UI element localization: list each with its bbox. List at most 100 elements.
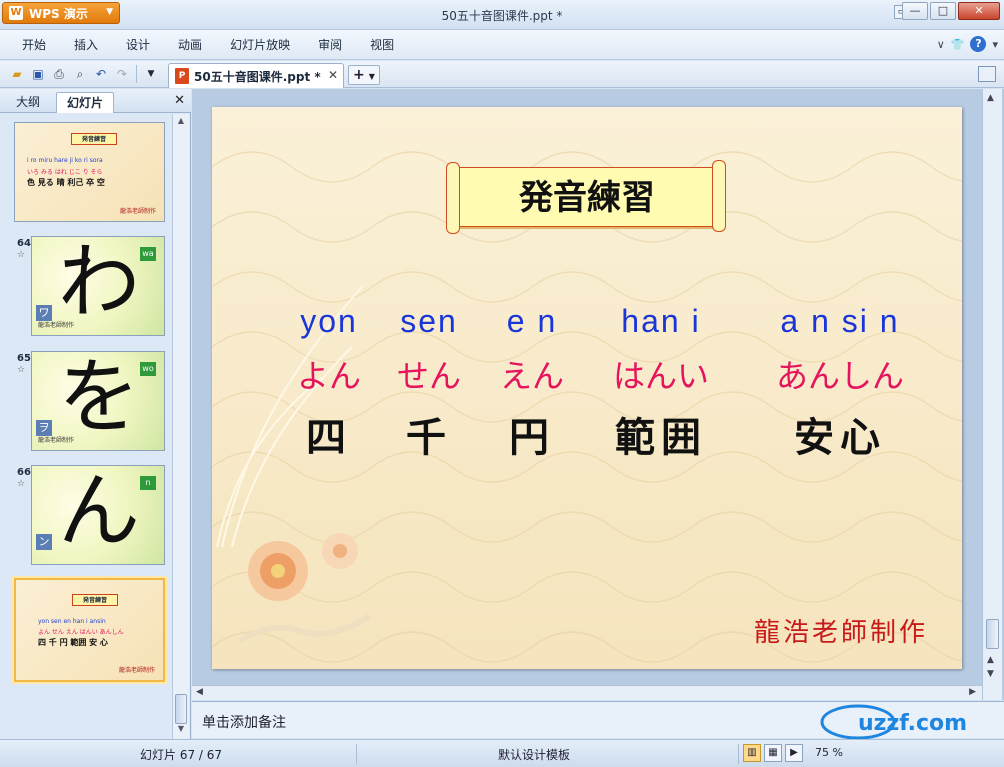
status-divider xyxy=(738,744,739,764)
thumb-title: 発音練習 xyxy=(72,594,118,606)
print-preview-icon[interactable]: ⌕ xyxy=(71,65,89,83)
menu-review[interactable]: 审阅 xyxy=(304,36,356,53)
tab-outline[interactable]: 大纲 xyxy=(6,92,50,113)
thumb-kanji: 色 見る 晴 利己 卒 空 xyxy=(27,178,105,187)
hiragana-text: はんい xyxy=(612,357,709,395)
minimize-button[interactable]: — xyxy=(902,2,928,20)
thumb-katakana: ヲ xyxy=(36,420,52,436)
maximize-button[interactable]: □ xyxy=(930,2,956,20)
menu-insert[interactable]: 插入 xyxy=(60,36,112,53)
undo-icon[interactable]: ↶ xyxy=(92,65,110,83)
slide-thumbnail-list: 63 ☆ 発音練習 i ro miru hare ji ko ri sora い… xyxy=(0,114,172,714)
quick-toolbar: ▰ ▣ ⎙ ⌕ ↶ ↷ ▼ P 50五十音图课件.ppt * ✕ + ▼ xyxy=(0,61,1004,88)
menu-design[interactable]: 设计 xyxy=(112,36,164,53)
normal-view-icon[interactable]: ▥ xyxy=(743,744,761,762)
thumbnail-scrollbar[interactable]: ▲ ▼ xyxy=(172,114,189,739)
design-template-label[interactable]: 默认设计模板 xyxy=(498,746,570,763)
scroll-down-icon[interactable]: ▼ xyxy=(175,724,187,736)
collapse-ribbon-icon[interactable]: ∨ xyxy=(937,38,945,51)
document-tab-label: 50五十音图课件.ppt * xyxy=(194,69,321,84)
thumb-hiragana: いろ みる はれ じこ り そら xyxy=(27,169,103,176)
toolbar-divider xyxy=(136,65,137,83)
slide-thumbnail-64[interactable]: わ ワ wa 龍浩老師制作 xyxy=(31,236,165,336)
thumb-hiragana: よん せん えん はんい あんしん xyxy=(38,629,124,636)
vocab-word[interactable]: han i はんい 範囲 xyxy=(594,303,728,463)
thumb-kana: を xyxy=(58,351,141,445)
kanji-text: 四 xyxy=(306,415,352,461)
author-signature[interactable]: 龍浩老師制作 xyxy=(754,612,928,649)
zoom-level[interactable]: 75 % xyxy=(815,746,843,759)
redo-icon[interactable]: ↷ xyxy=(113,65,131,83)
menu-home[interactable]: 开始 xyxy=(8,36,60,53)
slide-thumbnail-65[interactable]: を ヲ wo 龍浩老師制作 xyxy=(31,351,165,451)
save-icon[interactable]: ▣ xyxy=(29,65,47,83)
scroll-up-icon[interactable]: ▲ xyxy=(175,116,187,128)
animation-star-icon: ☆ xyxy=(17,479,26,489)
menu-view[interactable]: 视图 xyxy=(356,36,408,53)
vocab-word[interactable]: sen せん 千 xyxy=(374,303,484,463)
scroll-left-icon[interactable]: ◀ xyxy=(196,687,203,697)
horizontal-scrollbar[interactable]: ◀ ▶ xyxy=(192,685,982,700)
shirt-skin-icon[interactable]: 👕 xyxy=(951,38,965,51)
help-icon[interactable]: ? xyxy=(970,36,987,52)
romaji-text: sen xyxy=(400,303,458,339)
open-folder-icon[interactable]: ▰ xyxy=(8,65,26,83)
thumb-kanji: 四 千 円 範囲 安 心 xyxy=(38,638,108,647)
slideshow-view-icon[interactable]: ▶ xyxy=(785,744,803,762)
customize-toolbar-icon[interactable]: ▼ xyxy=(142,65,160,83)
close-button[interactable]: ✕ xyxy=(958,2,1000,20)
hiragana-text: よん xyxy=(296,357,361,395)
notes-pane[interactable]: 单击添加备注 uzzf.com xyxy=(192,701,1004,739)
menu-bar: 开始 插入 设计 动画 幻灯片放映 审阅 视图 xyxy=(0,30,1004,60)
next-slide-icon[interactable]: ▼ xyxy=(987,669,994,679)
menu-animation[interactable]: 动画 xyxy=(164,36,216,53)
thumb-romaji: i ro miru hare ji ko ri sora xyxy=(27,157,103,164)
scroll-thumb[interactable] xyxy=(986,619,999,649)
vocab-word[interactable]: e n えん 円 xyxy=(482,303,582,463)
window-title: 50五十音图课件.ppt * xyxy=(441,9,563,23)
print-icon[interactable]: ⎙ xyxy=(50,65,68,83)
slide-thumbnail-66[interactable]: ん ン n xyxy=(31,465,165,565)
thumb-katakana: ン xyxy=(36,534,52,550)
vocab-word[interactable]: a n si n あんしん 安心 xyxy=(768,303,912,463)
thumb-title: 発音練習 xyxy=(71,133,117,145)
current-slide[interactable]: 発音練習 yon よん 四 sen せん 千 e n えん 円 han i はん… xyxy=(212,107,962,669)
chrysanthemum-decoration xyxy=(238,533,372,644)
thumb-romaji: wo xyxy=(140,362,156,376)
romaji-text: yon xyxy=(300,303,358,339)
status-divider xyxy=(356,744,357,764)
new-tab-label: + xyxy=(353,67,365,83)
new-tab-button[interactable]: + ▼ xyxy=(348,65,380,85)
help-dropdown-icon[interactable]: ▾ xyxy=(992,38,998,51)
slide-number: 66 xyxy=(17,467,31,478)
vertical-scrollbar[interactable]: ▲ ▲ ▼ xyxy=(982,89,1002,700)
kanji-text: 安心 xyxy=(794,415,886,461)
hiragana-text: あんしん xyxy=(775,357,904,395)
kanji-text: 千 xyxy=(406,415,452,461)
notes-placeholder[interactable]: 单击添加备注 xyxy=(202,712,286,732)
kanji-text: 円 xyxy=(509,415,555,461)
vocab-word[interactable]: yon よん 四 xyxy=(274,303,384,463)
previous-slide-icon[interactable]: ▲ xyxy=(987,655,994,665)
document-tab[interactable]: P 50五十音图课件.ppt * ✕ xyxy=(168,63,344,88)
thumb-signature: 龍浩老師制作 xyxy=(38,437,75,444)
slide-sorter-view-icon[interactable]: ▦ xyxy=(764,744,782,762)
thumb-signature: 龍浩老師制作 xyxy=(38,322,75,329)
romaji-text: a n si n xyxy=(780,303,900,339)
animation-star-icon: ☆ xyxy=(17,250,26,260)
slide-title[interactable]: 発音練習 xyxy=(454,168,720,228)
window-layout-icon[interactable] xyxy=(978,66,996,82)
animation-star-icon: ☆ xyxy=(17,365,26,375)
title-bar: W WPS 演示 ▼ 50五十音图课件.ppt * ▭ — □ ✕ xyxy=(0,0,1004,30)
menu-slideshow[interactable]: 幻灯片放映 xyxy=(216,36,304,53)
scroll-thumb[interactable] xyxy=(175,694,187,724)
thumb-romaji: yon sen en han i ansin xyxy=(38,618,106,625)
slide-editor: 発音練習 yon よん 四 sen せん 千 e n えん 円 han i はん… xyxy=(192,89,1004,700)
scroll-up-icon[interactable]: ▲ xyxy=(987,93,994,103)
scroll-right-icon[interactable]: ▶ xyxy=(969,687,976,697)
tab-slides[interactable]: 幻灯片 xyxy=(56,92,115,113)
slide-thumbnail-67[interactable]: 発音練習 yon sen en han i ansin よん せん えん はんい… xyxy=(14,578,165,682)
close-tab-icon[interactable]: ✕ xyxy=(328,68,338,82)
slide-thumbnail-63[interactable]: 発音練習 i ro miru hare ji ko ri sora いろ みる … xyxy=(14,122,165,222)
close-panel-icon[interactable]: ✕ xyxy=(174,93,185,108)
